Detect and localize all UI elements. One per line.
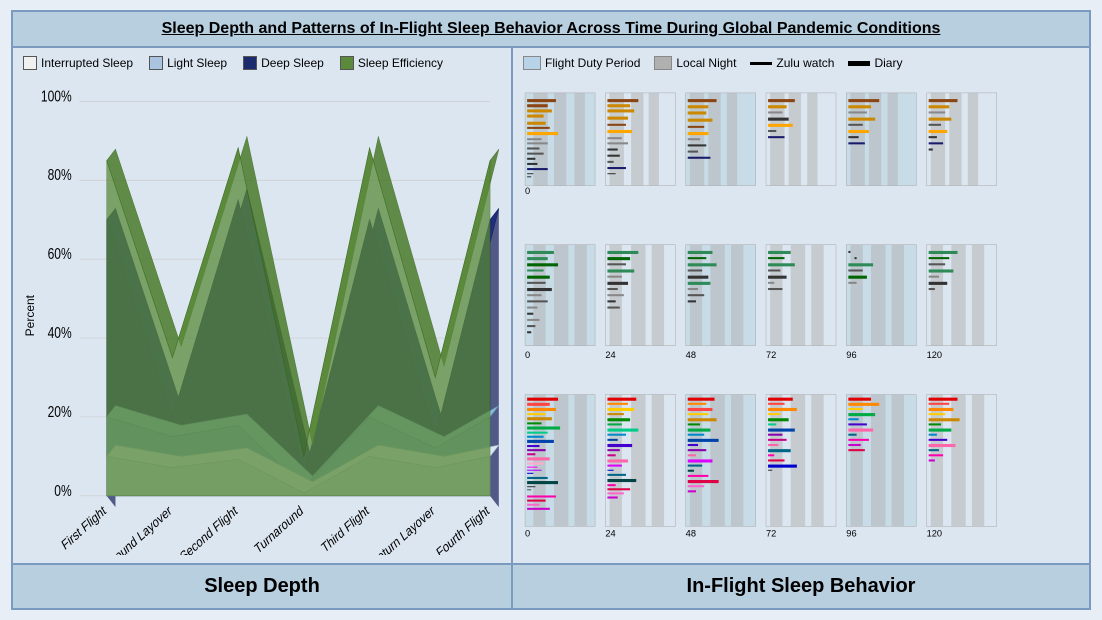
svg-text:0: 0 <box>525 186 530 196</box>
svg-text:48: 48 <box>686 350 696 360</box>
svg-text:24: 24 <box>605 529 615 539</box>
svg-text:Third Flight: Third Flight <box>319 502 371 555</box>
svg-text:120: 120 <box>927 529 942 539</box>
sleep-efficiency-label: Sleep Efficiency <box>358 56 443 70</box>
inflight-chart-row1: 0 <box>523 76 1079 229</box>
right-row-3: 0 <box>523 390 1079 555</box>
legend-interrupted: Interrupted Sleep <box>23 56 133 70</box>
right-legend: Flight Duty Period Local Night Zulu watc… <box>523 56 1079 70</box>
inflight-chart-row3: 0 <box>523 390 1079 555</box>
svg-text:Turnaround: Turnaround <box>252 503 305 555</box>
svg-text:72: 72 <box>766 350 776 360</box>
sleep-depth-label: Sleep Depth <box>13 563 513 608</box>
flight-duty-label: Flight Duty Period <box>545 56 640 70</box>
right-row-1: 0 <box>523 76 1079 229</box>
right-row-2: 0 <box>523 233 1079 386</box>
deep-sleep-swatch <box>243 56 257 70</box>
svg-text:100%: 100% <box>41 87 72 105</box>
light-sleep-label: Light Sleep <box>167 56 227 70</box>
bottom-labels-row: Sleep Depth In-Flight Sleep Behavior <box>13 563 1089 608</box>
zulu-watch-label: Zulu watch <box>776 56 834 70</box>
left-legend: Interrupted Sleep Light Sleep Deep Sleep… <box>23 56 501 70</box>
svg-text:20%: 20% <box>48 402 72 420</box>
diary-swatch <box>848 61 870 66</box>
right-charts-area: 0 <box>523 76 1079 555</box>
light-sleep-swatch <box>149 56 163 70</box>
sleep-depth-chart: 100% 80% 60% 40% 20% 0% <box>41 76 501 555</box>
zulu-watch-swatch <box>750 62 772 65</box>
legend-light: Light Sleep <box>149 56 227 70</box>
legend-diary: Diary <box>848 56 902 70</box>
legend-efficiency: Sleep Efficiency <box>340 56 443 70</box>
svg-text:96: 96 <box>846 529 856 539</box>
legend-deep: Deep Sleep <box>243 56 324 70</box>
main-content: Interrupted Sleep Light Sleep Deep Sleep… <box>13 48 1089 563</box>
svg-text:72: 72 <box>766 529 776 539</box>
local-night-swatch <box>654 56 672 70</box>
diary-label: Diary <box>874 56 902 70</box>
svg-text:120: 120 <box>927 350 942 360</box>
title-bar: Sleep Depth and Patterns of In-Flight Sl… <box>13 12 1089 48</box>
svg-text:96: 96 <box>846 350 856 360</box>
y-axis-label: Percent <box>23 295 37 336</box>
local-night-label: Local Night <box>676 56 736 70</box>
deep-sleep-label: Deep Sleep <box>261 56 324 70</box>
inflight-chart-row2: 0 <box>523 233 1079 386</box>
legend-local-night: Local Night <box>654 56 736 70</box>
sleep-efficiency-swatch <box>340 56 354 70</box>
right-panel: Flight Duty Period Local Night Zulu watc… <box>513 48 1089 563</box>
svg-text:80%: 80% <box>48 166 72 184</box>
inflight-sleep-label: In-Flight Sleep Behavior <box>513 563 1089 608</box>
main-container: Sleep Depth and Patterns of In-Flight Sl… <box>11 10 1091 610</box>
left-panel: Interrupted Sleep Light Sleep Deep Sleep… <box>13 48 513 563</box>
interrupted-sleep-swatch <box>23 56 37 70</box>
svg-text:24: 24 <box>605 350 615 360</box>
svg-text:40%: 40% <box>48 324 72 342</box>
sleep-depth-chart-area: Percent 100% 80% 60% 40% 20% 0% <box>23 76 501 555</box>
svg-text:Fourth Flight: Fourth Flight <box>434 502 492 555</box>
svg-text:Second Flight: Second Flight <box>178 502 240 555</box>
chart-inner: 100% 80% 60% 40% 20% 0% <box>41 76 501 555</box>
svg-text:48: 48 <box>686 529 696 539</box>
legend-flight-duty: Flight Duty Period <box>523 56 640 70</box>
page-title: Sleep Depth and Patterns of In-Flight Sl… <box>162 20 941 37</box>
svg-text:60%: 60% <box>48 245 72 263</box>
interrupted-sleep-label: Interrupted Sleep <box>41 56 133 70</box>
svg-text:0: 0 <box>525 529 530 539</box>
flight-duty-swatch <box>523 56 541 70</box>
svg-text:0%: 0% <box>54 481 71 499</box>
svg-text:Return Layover: Return Layover <box>369 503 437 555</box>
svg-text:First Flight: First Flight <box>59 502 108 553</box>
legend-zulu: Zulu watch <box>750 56 834 70</box>
svg-text:0: 0 <box>525 350 530 360</box>
